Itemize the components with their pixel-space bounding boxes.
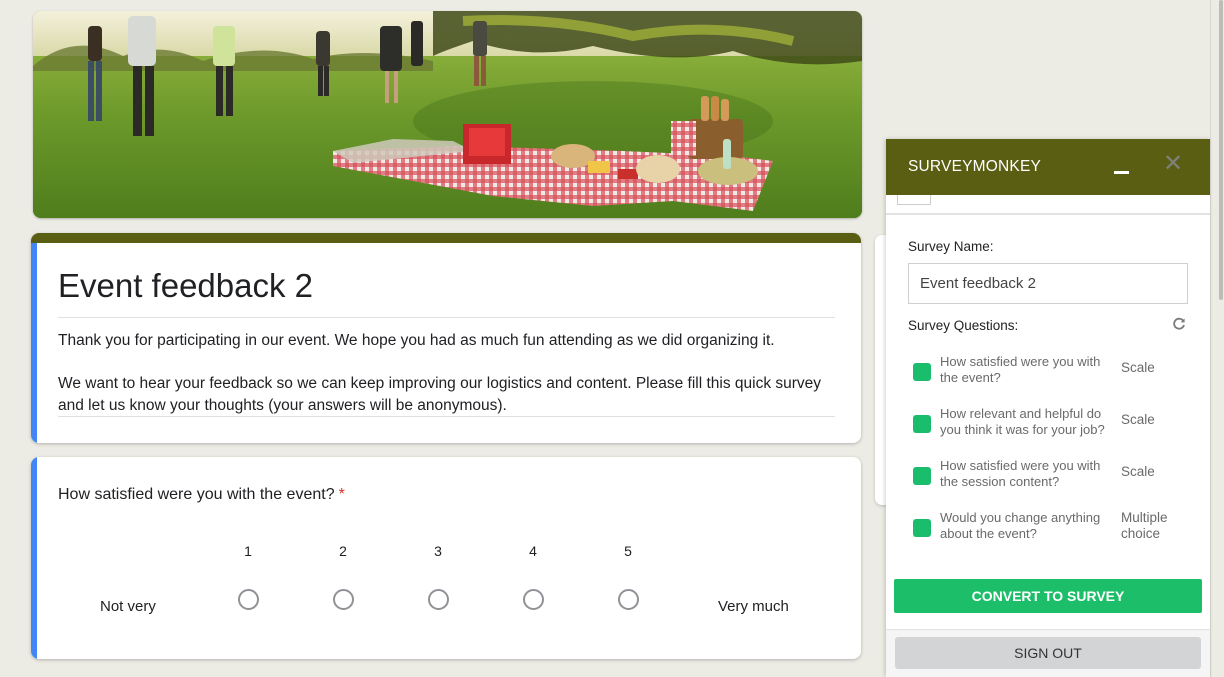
card-accent-bar <box>31 457 37 659</box>
description-divider <box>58 416 835 417</box>
question-checkbox[interactable] <box>913 363 931 381</box>
scale-radio-3[interactable] <box>427 589 449 610</box>
survey-questions-label: Survey Questions: <box>908 318 1019 333</box>
question-text: How satisfied were you with the session … <box>940 458 1101 489</box>
question-text: How satisfied were you with the event? <box>940 354 1101 385</box>
scale-low-label: Not very <box>100 598 156 615</box>
card-accent-bar <box>31 243 37 443</box>
scrollbar-thumb[interactable] <box>1219 0 1223 300</box>
scale-number: 5 <box>624 543 632 559</box>
question-type: Scale <box>1121 412 1155 427</box>
convert-to-survey-button[interactable]: CONVERT TO SURVEY <box>894 579 1202 613</box>
sign-out-button[interactable]: SIGN OUT <box>895 637 1201 669</box>
survey-question-item: How relevant and helpful do you think it… <box>913 406 1203 452</box>
scale-radio-2[interactable] <box>332 589 354 610</box>
form-description-paragraph: Thank you for participating in our event… <box>58 332 775 349</box>
theme-color-bar <box>31 233 861 243</box>
question-text: How satisfied were you with the event? <box>58 486 335 503</box>
question-card: How satisfied were you with the event? * … <box>31 457 861 659</box>
survey-question-item: Would you change anything about the even… <box>913 510 1203 556</box>
survey-question-item: How satisfied were you with the session … <box>913 458 1203 504</box>
question-text: How relevant and helpful do you think it… <box>940 406 1105 437</box>
question-text: Would you change anything about the even… <box>940 510 1101 541</box>
panel-title: SURVEYMONKEY <box>908 158 1042 175</box>
scale-high-label: Very much <box>718 598 789 615</box>
minimize-icon[interactable] <box>1114 159 1130 175</box>
question-type: Multiple choice <box>1121 510 1168 541</box>
panel-partial-element <box>897 195 931 205</box>
question-checkbox[interactable] <box>913 467 931 485</box>
question-type: Scale <box>1121 464 1155 479</box>
form-header-image <box>33 11 862 218</box>
question-type: Scale <box>1121 360 1155 375</box>
required-marker: * <box>338 486 345 503</box>
scale-number: 1 <box>244 543 252 559</box>
survey-name-input[interactable] <box>908 263 1188 304</box>
question-title: How satisfied were you with the event? * <box>58 486 345 504</box>
close-icon[interactable]: ✕ <box>1162 152 1184 176</box>
scale-number: 2 <box>339 543 347 559</box>
refresh-icon[interactable] <box>1172 317 1186 331</box>
form-title: Event feedback 2 <box>58 267 314 304</box>
scale-number: 4 <box>529 543 537 559</box>
scale-radio-5[interactable] <box>617 589 639 610</box>
scale-number: 3 <box>434 543 442 559</box>
panel-header: SURVEYMONKEY ✕ <box>886 139 1210 195</box>
title-divider <box>58 317 835 318</box>
form-description: Thank you for participating in our event… <box>58 330 838 438</box>
scale-radio-4[interactable] <box>522 589 544 610</box>
surveymonkey-panel: SURVEYMONKEY ✕ Survey Name: Survey Quest… <box>886 139 1210 677</box>
survey-question-item: How satisfied were you with the event? S… <box>913 354 1203 400</box>
survey-name-label: Survey Name: <box>908 239 994 254</box>
form-title-card: Event feedback 2 Thank you for participa… <box>31 233 861 443</box>
scale-radio-1[interactable] <box>237 589 259 610</box>
panel-divider <box>886 213 1210 215</box>
question-checkbox[interactable] <box>913 519 931 537</box>
picnic-scene-image <box>33 11 862 218</box>
question-checkbox[interactable] <box>913 415 931 433</box>
form-description-paragraph: We want to hear your feedback so we can … <box>58 375 822 414</box>
